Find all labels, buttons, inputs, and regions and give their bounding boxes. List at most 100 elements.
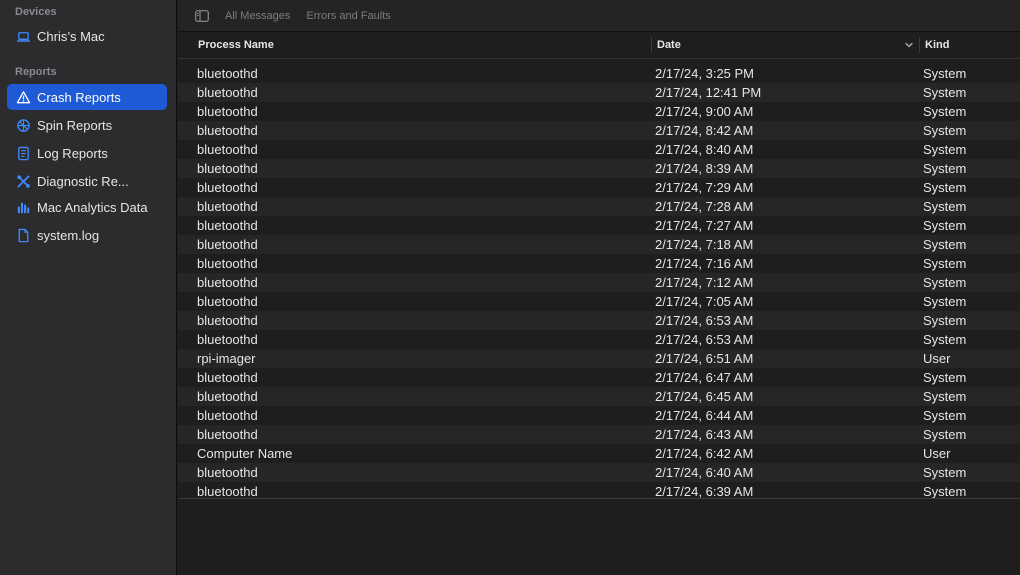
- cell-date: 2/17/24, 7:18 AM: [655, 237, 754, 252]
- cell-date: 2/17/24, 9:00 AM: [655, 104, 754, 119]
- cell-kind: System: [923, 408, 967, 423]
- table-row[interactable]: bluetoothd 2/17/24, 6:53 AM System: [178, 330, 1020, 349]
- sidebar-item-system-log[interactable]: system.log: [7, 222, 167, 248]
- sidebar-item-label: Crash Reports: [37, 89, 121, 105]
- sidebar-item-log-reports[interactable]: Log Reports: [7, 140, 167, 166]
- cell-date: 2/17/24, 12:41 PM: [655, 85, 762, 100]
- sidebar-item-device[interactable]: Chris’s Mac: [7, 23, 167, 49]
- cell-process-name: bluetoothd: [197, 237, 258, 252]
- cell-date: 2/17/24, 8:40 AM: [655, 142, 754, 157]
- cell-kind: System: [923, 294, 967, 309]
- tab-all-messages[interactable]: All Messages: [225, 10, 290, 22]
- sidebar-item-label: Chris’s Mac: [37, 28, 105, 44]
- column-header-kind[interactable]: Kind: [925, 32, 949, 58]
- cell-date: 2/17/24, 7:16 AM: [655, 256, 754, 271]
- cell-kind: User: [923, 446, 951, 461]
- cell-kind: System: [923, 313, 967, 328]
- analytics-chart-icon: [15, 199, 31, 215]
- table-row[interactable]: bluetoothd 2/17/24, 6:40 AM System: [178, 463, 1020, 482]
- cell-process-name: bluetoothd: [197, 294, 258, 309]
- table-row[interactable]: bluetoothd 2/17/24, 8:40 AM System: [178, 140, 1020, 159]
- cell-kind: System: [923, 199, 967, 214]
- cell-process-name: bluetoothd: [197, 332, 258, 347]
- cell-process-name: bluetoothd: [197, 427, 258, 442]
- sidebar-item-crash-reports[interactable]: Crash Reports: [7, 84, 167, 110]
- cell-kind: User: [923, 351, 951, 366]
- cell-date: 2/17/24, 6:44 AM: [655, 408, 754, 423]
- table-row[interactable]: bluetoothd 2/17/24, 6:43 AM System: [178, 425, 1020, 444]
- cell-kind: System: [923, 142, 967, 157]
- warning-icon: [15, 89, 31, 105]
- sidebar-item-mac-analytics-data[interactable]: Mac Analytics Data: [7, 194, 167, 220]
- table-row[interactable]: bluetoothd 2/17/24, 7:28 AM System: [178, 197, 1020, 216]
- table-row[interactable]: bluetoothd 2/17/24, 6:44 AM System: [178, 406, 1020, 425]
- cell-date: 2/17/24, 6:39 AM: [655, 484, 754, 499]
- toolbar: All Messages Errors and Faults: [178, 0, 1020, 32]
- table-body: bluetoothd 2/17/24, 3:25 PM System bluetoot…: [178, 64, 1020, 499]
- cell-date: 2/17/24, 8:42 AM: [655, 123, 754, 138]
- table-row[interactable]: bluetoothd 2/17/24, 9:00 AM System: [178, 102, 1020, 121]
- cell-process-name: bluetoothd: [197, 180, 258, 195]
- sidebar-item-label: Mac Analytics Data: [37, 199, 148, 215]
- cell-kind: System: [923, 484, 967, 499]
- cell-process-name: bluetoothd: [197, 465, 258, 480]
- sidebar-item-diagnostic-reports[interactable]: Diagnostic Re...: [7, 168, 167, 194]
- cell-process-name: bluetoothd: [197, 408, 258, 423]
- cell-kind: System: [923, 465, 967, 480]
- cell-process-name: bluetoothd: [197, 142, 258, 157]
- cell-date: 2/17/24, 6:43 AM: [655, 427, 754, 442]
- table-row[interactable]: bluetoothd 2/17/24, 7:12 AM System: [178, 273, 1020, 292]
- cell-process-name: bluetoothd: [197, 275, 258, 290]
- cell-kind: System: [923, 218, 967, 233]
- cell-date: 2/17/24, 8:39 AM: [655, 161, 754, 176]
- cell-process-name: bluetoothd: [197, 66, 258, 81]
- table-row[interactable]: bluetoothd 2/17/24, 6:39 AM System: [178, 482, 1020, 499]
- cell-process-name: rpi-imager: [197, 351, 256, 366]
- cell-date: 2/17/24, 6:45 AM: [655, 389, 754, 404]
- cell-kind: System: [923, 123, 967, 138]
- cell-process-name: bluetoothd: [197, 85, 258, 100]
- sidebar-item-label: Diagnostic Re...: [37, 173, 129, 189]
- cell-kind: System: [923, 332, 967, 347]
- cell-kind: System: [923, 370, 967, 385]
- sidebar-item-spin-reports[interactable]: Spin Reports: [7, 112, 167, 138]
- table-row[interactable]: bluetoothd 2/17/24, 8:42 AM System: [178, 121, 1020, 140]
- cell-date: 2/17/24, 6:51 AM: [655, 351, 754, 366]
- table-row[interactable]: bluetoothd 2/17/24, 6:53 AM System: [178, 311, 1020, 330]
- file-icon: [15, 227, 31, 243]
- cell-date: 2/17/24, 6:47 AM: [655, 370, 754, 385]
- column-header-process-name[interactable]: Process Name: [198, 32, 274, 58]
- table-row[interactable]: bluetoothd 2/17/24, 7:18 AM System: [178, 235, 1020, 254]
- cell-process-name: bluetoothd: [197, 389, 258, 404]
- column-divider[interactable]: [651, 37, 652, 53]
- cell-process-name: bluetoothd: [197, 256, 258, 271]
- table-row[interactable]: bluetoothd 2/17/24, 7:16 AM System: [178, 254, 1020, 273]
- column-divider[interactable]: [919, 37, 920, 53]
- column-header-label: Date: [657, 39, 681, 51]
- sidebar-toggle-icon[interactable]: [194, 9, 210, 23]
- devices-section-label: Devices: [15, 6, 57, 18]
- tab-errors-and-faults[interactable]: Errors and Faults: [306, 10, 390, 22]
- column-header-date[interactable]: Date: [657, 32, 919, 58]
- cell-date: 2/17/24, 3:25 PM: [655, 66, 755, 81]
- cell-kind: System: [923, 275, 967, 290]
- spin-icon: [15, 117, 31, 133]
- table-row[interactable]: Computer Name 2/17/24, 6:42 AM User: [178, 444, 1020, 463]
- cell-kind: System: [923, 389, 967, 404]
- cell-kind: System: [923, 237, 967, 252]
- table-row[interactable]: bluetoothd 2/17/24, 12:41 PM System: [178, 83, 1020, 102]
- sidebar-item-label: system.log: [37, 227, 100, 243]
- cell-kind: System: [923, 104, 967, 119]
- cell-process-name: bluetoothd: [197, 313, 258, 328]
- table-row[interactable]: bluetoothd 2/17/24, 7:27 AM System: [178, 216, 1020, 235]
- tools-icon: [15, 173, 31, 189]
- table-row[interactable]: bluetoothd 2/17/24, 8:39 AM System: [178, 159, 1020, 178]
- table-row[interactable]: bluetoothd 2/17/24, 6:45 AM System: [178, 387, 1020, 406]
- table-row[interactable]: rpi-imager 2/17/24, 6:51 AM User: [178, 349, 1020, 368]
- table-row[interactable]: bluetoothd 2/17/24, 6:47 AM System: [178, 368, 1020, 387]
- chevron-down-icon[interactable]: [904, 40, 914, 50]
- sidebar-item-label: Spin Reports: [37, 117, 113, 133]
- table-row[interactable]: bluetoothd 2/17/24, 3:25 PM System: [178, 64, 1020, 83]
- table-row[interactable]: bluetoothd 2/17/24, 7:29 AM System: [178, 178, 1020, 197]
- table-row[interactable]: bluetoothd 2/17/24, 7:05 AM System: [178, 292, 1020, 311]
